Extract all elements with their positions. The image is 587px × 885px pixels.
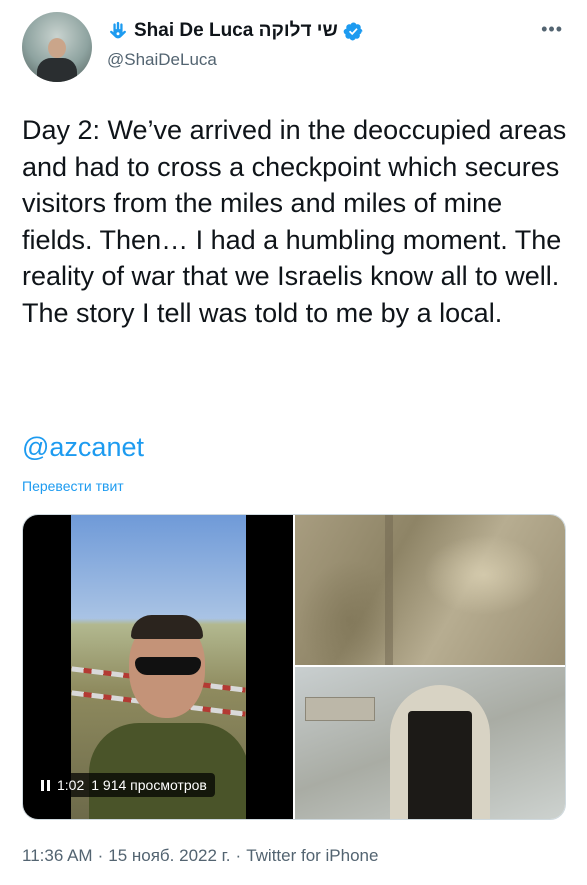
photo-wall[interactable]: [295, 515, 565, 665]
photo-doorway[interactable]: [295, 667, 565, 819]
tweet-text: Day 2: We’ve arrived in the deoccupied a…: [22, 115, 567, 328]
tweet-time[interactable]: 11:36 AM: [22, 846, 93, 866]
tweet-metadata: 11:36 AM · 15 нояб. 2022 г. · Twitter fo…: [22, 846, 378, 866]
video-status-overlay[interactable]: 1:02 1 914 просмотров: [33, 773, 215, 797]
tweet-source: Twitter for iPhone: [246, 846, 379, 865]
video-duration: 1:02: [57, 777, 85, 793]
video-views: 1 914 просмотров: [91, 777, 207, 793]
author-name-row: Shai De Luca שי דלוקה: [107, 20, 364, 42]
hamsa-icon: [110, 21, 126, 39]
wall-crack: [385, 515, 393, 665]
wall-plaque: [305, 697, 375, 721]
avatar-torso: [37, 58, 77, 82]
translate-tweet-link[interactable]: Перевести твит: [22, 478, 124, 494]
separator: ·: [235, 846, 242, 865]
author-handle[interactable]: @ShaiDeLuca: [107, 50, 217, 70]
mention-link[interactable]: @azcanet: [22, 432, 144, 463]
pause-icon[interactable]: [41, 779, 50, 791]
tweet-date[interactable]: 15 нояб. 2022 г.: [108, 846, 230, 866]
avatar[interactable]: [22, 12, 92, 82]
media-grid: 1:02 1 914 просмотров: [22, 514, 566, 820]
separator: ·: [97, 846, 104, 865]
sunglasses: [135, 657, 201, 675]
verified-badge-icon: [343, 22, 363, 40]
person-body: [89, 723, 246, 819]
more-options-icon[interactable]: •••: [541, 20, 563, 38]
person-hair: [131, 615, 203, 639]
video-player[interactable]: 1:02 1 914 просмотров: [23, 515, 293, 819]
author-display-name[interactable]: Shai De Luca שי דלוקה: [134, 20, 338, 42]
dark-doorway: [408, 711, 472, 819]
avatar-head: [48, 38, 66, 58]
